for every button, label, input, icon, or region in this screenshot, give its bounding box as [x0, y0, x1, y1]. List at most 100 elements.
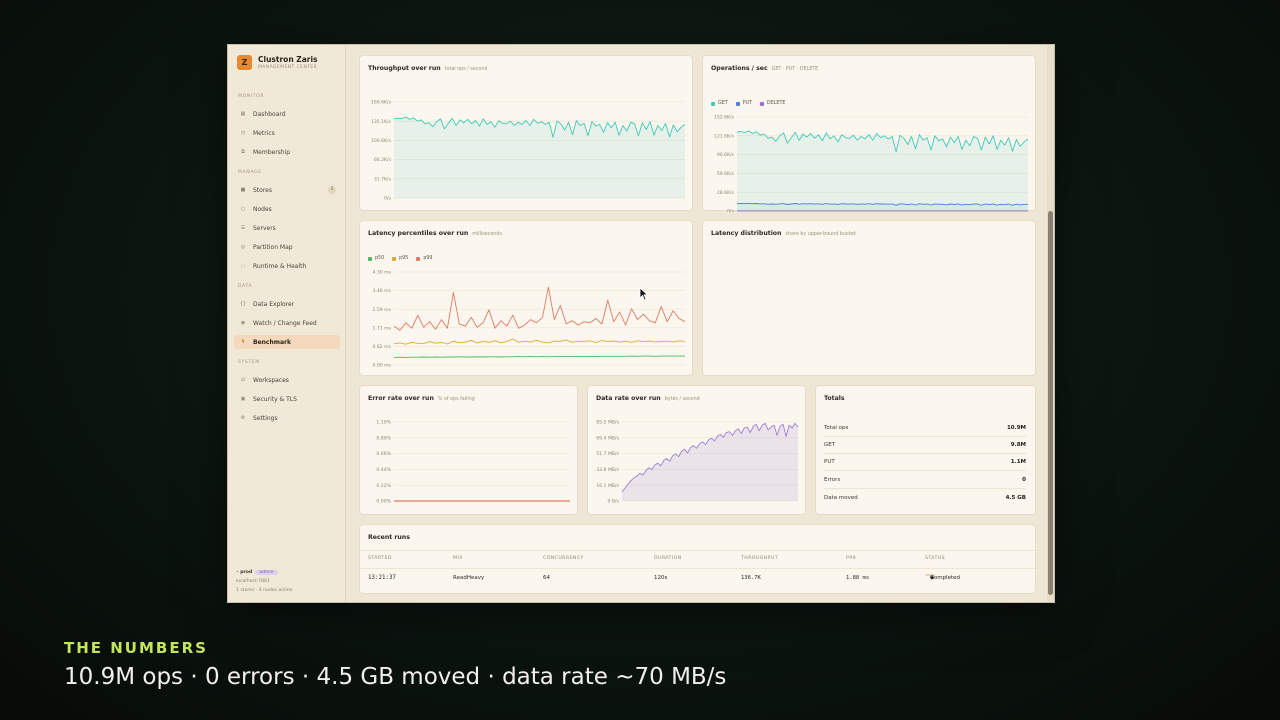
latency-distribution-subtitle: share by upper-bound bucket — [785, 232, 856, 237]
data-rate-card: Data rate over run bytes / second 0 B/s 16… — [587, 385, 806, 515]
run-started: 13:21:37 — [368, 575, 396, 581]
stores-count-badge: 1 — [328, 186, 336, 194]
y-tick-label: 0.44% — [376, 467, 391, 473]
series-line-p95 — [393, 338, 686, 345]
sidebar-item-data-explorer[interactable]: {} Data Explorer — [234, 297, 340, 311]
sidebar-item-workspaces[interactable]: ⇄ Workspaces — [234, 373, 340, 387]
eye-icon: ◉ — [240, 320, 246, 326]
col-status: STATUS — [925, 556, 945, 561]
sidebar-item-settings[interactable]: ⚙ Settings — [234, 411, 340, 425]
bolt-icon: ϟ — [241, 339, 245, 345]
y-tick-label: 66.2K/s — [374, 157, 392, 163]
lock-icon: ▣ — [240, 396, 246, 402]
error-rate-chart: 0.00% 0.22% 0.44% 0.66% 0.89% 1.10% — [376, 420, 570, 505]
run-throughput: 136.7K — [741, 575, 761, 581]
y-tick-label: 90.6K/s — [717, 152, 735, 158]
totals-card: Totals Total ops 10.9M GET 9.8M PUT 1.1M Er… — [815, 385, 1036, 515]
y-tick-label: 33.8 MB/s — [596, 467, 619, 473]
sidebar-item-membership[interactable]: ⧉ Membership — [234, 145, 340, 159]
people-icon: ⧉ — [241, 149, 245, 155]
col-started: STARTED — [368, 556, 392, 561]
grid-icon: ▦ — [240, 111, 246, 117]
totals-row-get: GET 9.8M — [824, 437, 1026, 454]
y-tick-label: 3.46 ms — [372, 288, 391, 294]
circle-icon: ○ — [240, 206, 246, 212]
y-tick-label: 0.00% — [376, 499, 391, 505]
y-tick-label: 4.30 ms — [372, 270, 391, 276]
host-address: localhost:7881 — [236, 579, 270, 584]
series-area-main — [394, 117, 685, 198]
main-scrollbar[interactable] — [1047, 45, 1054, 602]
store-icon: ■ — [240, 187, 246, 193]
brand-logo-icon: Z — [237, 55, 252, 70]
y-tick-label: 1.10% — [376, 420, 391, 426]
y-tick-label: 31.7K/s — [374, 176, 392, 182]
status-badge: ◆ Completed — [925, 574, 960, 581]
run-concurrency: 64 — [543, 575, 550, 581]
col-p99: P99 — [846, 556, 856, 561]
throughput-card: Throughput over run total ops / second 0/… — [359, 55, 693, 211]
clock-icon: ◷ — [240, 130, 246, 136]
y-tick-label: 28.6K/s — [717, 190, 735, 196]
brand-subtitle: MANAGEMENT CENTER — [258, 65, 318, 70]
caption-main: 10.9M ops · 0 errors · 4.5 GB moved · da… — [64, 664, 727, 690]
cluster-status: 1 stores · 4 nodes online — [236, 588, 293, 593]
y-tick-label: 100.6K/s — [371, 138, 392, 144]
operations-chart: 0/s 28.6K/s 59.6K/s 90.6K/s 121.6K/s 152.6K/s — [714, 115, 1029, 212]
run-duration: 120s — [654, 575, 668, 581]
y-tick-label: 16.1 MB/s — [596, 483, 619, 489]
y-tick-label: 0.89% — [376, 435, 391, 441]
env-name: prod — [240, 570, 253, 575]
y-tick-label: 0.66% — [376, 451, 391, 457]
sidebar-item-partition-map[interactable]: ◎ Partition Map — [234, 240, 340, 254]
gear-icon: ⚙ — [240, 415, 246, 421]
col-throughput: THROUGHPUT — [741, 556, 779, 561]
recent-runs-title: Recent runs — [368, 534, 410, 541]
sidebar-item-dashboard[interactable]: ▦ Dashboard — [234, 107, 340, 121]
sidebar-item-servers[interactable]: ☰ Servers — [234, 221, 340, 235]
mouse-cursor-icon — [639, 287, 649, 301]
y-tick-label: 0.82 ms — [372, 344, 391, 350]
sidebar-item-nodes[interactable]: ○ Nodes — [234, 202, 340, 216]
series-area-main — [622, 423, 798, 501]
y-tick-label: 135.1K/s — [371, 119, 392, 125]
table-row[interactable]: 13:21:37 ReadHeavy 64 120s 136.7K 1.88 m… — [368, 574, 1028, 587]
brand[interactable]: Z Clustron Zaris MANAGEMENT CENTER — [237, 55, 318, 70]
sidebar: Z Clustron Zaris MANAGEMENT CENTER MONIT… — [228, 45, 346, 602]
sidebar-item-metrics[interactable]: ◷ Metrics — [234, 126, 340, 140]
totals-row-total-ops: Total ops 10.9M — [824, 420, 1026, 437]
sidebar-item-watch-change-feed[interactable]: ◉ Watch / Change Feed — [234, 316, 340, 330]
run-mix: ReadHeavy — [453, 575, 485, 581]
totals-row-errors: Errors 0 — [824, 472, 1026, 489]
sidebar-item-benchmark[interactable]: ϟ Benchmark — [234, 335, 340, 349]
swap-icon: ⇄ — [240, 377, 246, 383]
col-duration: DURATION — [654, 556, 682, 561]
y-tick-label: 0 B/s — [608, 499, 620, 505]
nav-section-monitor: MONITOR — [238, 94, 265, 99]
server-icon: ☰ — [240, 225, 246, 231]
col-concurrency: CONCURRENCY — [543, 556, 584, 561]
y-tick-label: 85.5 MB/s — [596, 420, 619, 426]
throughput-chart: 0/s 31.7K/s 66.2K/s 100.6K/s 135.1K/s 169.6K/… — [371, 100, 686, 202]
nav-section-manage: MANAGE — [238, 170, 262, 175]
caption-kicker: THE NUMBERS — [64, 639, 208, 657]
braces-icon: {} — [239, 301, 247, 307]
sidebar-item-stores[interactable]: ■ Stores 1 — [234, 183, 340, 197]
map-icon: ◎ — [240, 244, 246, 250]
run-p99: 1.88 ms — [846, 575, 870, 581]
sidebar-item-runtime-health[interactable]: ◌ Runtime & Health — [234, 259, 340, 273]
nav-section-data: DATA — [238, 284, 253, 289]
y-tick-label: 51.7 MB/s — [596, 451, 619, 457]
scrollbar-thumb[interactable] — [1048, 211, 1053, 595]
y-tick-label: 69.4 MB/s — [596, 435, 619, 441]
runs-table-header: STARTED MIX CONCURRENCY DURATION THROUGH… — [368, 556, 1028, 564]
latency-distribution-title: Latency distribution — [711, 230, 782, 237]
y-tick-label: 0/s — [727, 209, 734, 212]
y-tick-label: 0.22% — [376, 483, 391, 489]
recent-runs-card: Recent runs STARTED MIX CONCURRENCY DURA… — [359, 524, 1036, 594]
operations-card: Operations / sec GET · PUT · DELETE GET P… — [702, 55, 1036, 212]
series-area-get — [737, 130, 1028, 211]
sidebar-item-security-tls[interactable]: ▣ Security & TLS — [234, 392, 340, 406]
totals-title: Totals — [824, 395, 845, 402]
y-tick-label: 1.71 ms — [372, 325, 391, 331]
